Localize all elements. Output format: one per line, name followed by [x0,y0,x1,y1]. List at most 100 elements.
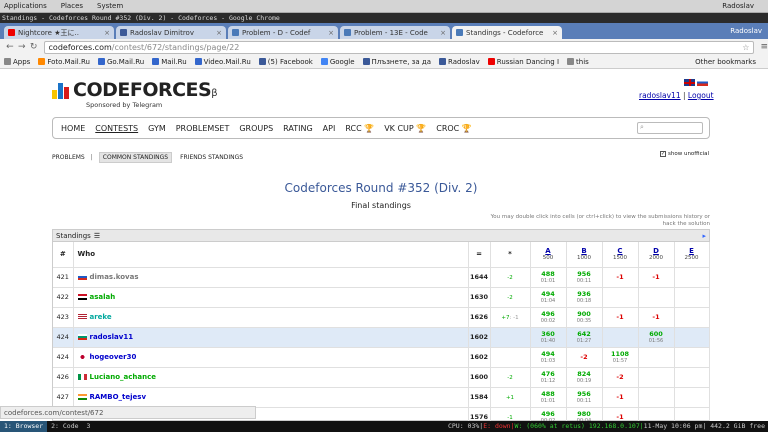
tab-2[interactable]: Radoslav Dimitrov × [116,26,226,39]
bookmark-item[interactable]: Apps [4,58,30,66]
problem-link[interactable]: E [689,247,694,255]
participant-link[interactable]: areke [90,313,112,321]
problem-b-cell[interactable]: 642 01:27 [566,327,603,348]
problem-c-cell[interactable]: -1 [602,307,639,328]
bookmark-item[interactable]: (5) Facebook [258,58,313,66]
problem-c-cell[interactable]: -1 [602,267,639,288]
bookmark-star-icon[interactable]: ☆ [742,43,749,52]
menu-item-croc[interactable]: CROC 🏆 [436,124,472,133]
tab-3[interactable]: Problem - D - Codef × [228,26,338,39]
codeforces-logo[interactable]: CODEFORCES β [52,81,218,100]
menu-item-rating[interactable]: RATING [283,124,313,133]
participant-link[interactable]: radoslav11 [90,333,134,341]
problem-e-cell[interactable] [674,287,710,308]
back-icon[interactable]: ← [4,42,16,52]
tab-close-icon[interactable]: × [328,29,334,37]
problem-d-cell[interactable]: -1 [638,307,675,328]
english-flag-icon[interactable] [684,79,695,86]
other-bookmarks[interactable]: Other bookmarks [695,58,760,66]
problem-b-cell[interactable]: -2 [566,347,603,368]
show-unofficial-toggle[interactable]: ✓ show unofficial [660,151,709,157]
problem-b-cell[interactable]: 956 00:11 [566,387,603,408]
list-icon[interactable]: ☰ [94,232,100,240]
bookmark-item[interactable]: Foto.Mail.Ru [38,58,90,66]
problem-e-cell[interactable] [674,347,710,368]
tab-close-icon[interactable]: × [552,29,558,37]
bookmark-item[interactable]: Go.Mail.Ru [97,58,144,66]
tab-close-icon[interactable]: × [104,29,110,37]
problems-link[interactable]: PROBLEMS [52,154,85,161]
bookmark-item[interactable]: Russian Dancing I [487,58,559,66]
russian-flag-icon[interactable] [697,79,708,86]
col-problem-a[interactable]: A 500 [530,242,567,268]
problem-d-cell[interactable]: -1 [638,267,675,288]
problem-link[interactable]: C [617,247,622,255]
problem-e-cell[interactable] [674,407,710,421]
participant-link[interactable]: dimas.kovas [90,273,139,281]
problem-d-cell[interactable] [638,407,675,421]
problem-b-cell[interactable]: 956 00:11 [566,267,603,288]
menu-item-contests[interactable]: CONTESTS [95,124,138,133]
col-problem-b[interactable]: B 1000 [566,242,603,268]
problem-c-cell[interactable] [602,327,639,348]
bookmark-item[interactable]: Google [320,58,355,66]
col-problem-d[interactable]: D 2000 [638,242,675,268]
tab-1[interactable]: Nightcore ★王に.. × [4,26,114,39]
workspace-2[interactable]: 2: Code [47,421,82,432]
col-problem-c[interactable]: C 1500 [602,242,639,268]
problem-b-cell[interactable]: 936 00:18 [566,287,603,308]
site-search-input[interactable]: ⌕ [637,122,703,134]
tab-close-icon[interactable]: × [440,29,446,37]
menu-item-gym[interactable]: GYM [148,124,166,133]
tab-close-icon[interactable]: × [216,29,222,37]
logout-link[interactable]: Logout [688,91,714,100]
participant-link[interactable]: RAMBO_tejesv [90,393,147,401]
problem-b-cell[interactable]: 980 00:04 [566,407,603,421]
problem-a-cell[interactable]: 496 00:02 [530,407,567,421]
col-problem-e[interactable]: E 2500 [674,242,710,268]
problem-link[interactable]: B [581,247,586,255]
os-menu-applications[interactable]: Applications [4,2,47,10]
problem-d-cell[interactable] [638,387,675,408]
problem-e-cell[interactable] [674,327,710,348]
bookmark-item[interactable]: Radoslav [439,58,480,66]
participant-link[interactable]: Luciano_achance [90,373,156,381]
tab-5[interactable]: Standings - Codeforce × [452,26,562,39]
problem-c-cell[interactable]: 1108 01:57 [602,347,639,368]
problem-a-cell[interactable]: 494 01:04 [530,287,567,308]
reload-icon[interactable]: ↻ [28,42,40,52]
problem-a-cell[interactable]: 488 01:01 [530,387,567,408]
chrome-profile-name[interactable]: Radoslav [730,27,768,35]
hacks-cell[interactable]: +1 [490,387,531,408]
expand-arrow-icon[interactable]: ▸ [702,232,706,240]
problem-d-cell[interactable] [638,347,675,368]
browser-menu-icon[interactable]: ≡ [760,42,768,52]
menu-item-rcc[interactable]: RCC 🏆 [345,124,374,133]
checkbox-checked-icon[interactable]: ✓ [660,151,666,157]
hacks-cell[interactable] [490,347,531,368]
hacks-cell[interactable] [490,327,531,348]
problem-a-cell[interactable]: 496 00:02 [530,307,567,328]
friends-standings-tab[interactable]: FRIENDS STANDINGS [180,154,243,161]
os-menu-system[interactable]: System [97,2,123,10]
problem-b-cell[interactable]: 824 00:19 [566,367,603,388]
workspace-1[interactable]: 1: Browser [0,421,48,432]
problem-d-cell[interactable] [638,367,675,388]
problem-c-cell[interactable]: -1 [602,407,639,421]
hacks-cell[interactable]: -2 [490,367,531,388]
problem-e-cell[interactable] [674,267,710,288]
url-input[interactable]: codeforces.com/contest/672/standings/pag… [43,40,755,54]
profile-link[interactable]: radoslav11 [639,91,681,100]
hacks-cell[interactable]: -2 [490,267,531,288]
participant-link[interactable]: asalah [90,293,116,301]
problem-a-cell[interactable]: 476 01:12 [530,367,567,388]
problem-a-cell[interactable]: 488 01:01 [530,267,567,288]
os-user[interactable]: Radoslav [722,2,754,10]
problem-e-cell[interactable] [674,307,710,328]
problem-e-cell[interactable] [674,387,710,408]
workspace-3[interactable]: 3 [83,421,95,432]
menu-item-home[interactable]: HOME [61,124,85,133]
problem-c-cell[interactable]: -1 [602,387,639,408]
problem-c-cell[interactable] [602,287,639,308]
menu-item-problemset[interactable]: PROBLEMSET [176,124,230,133]
